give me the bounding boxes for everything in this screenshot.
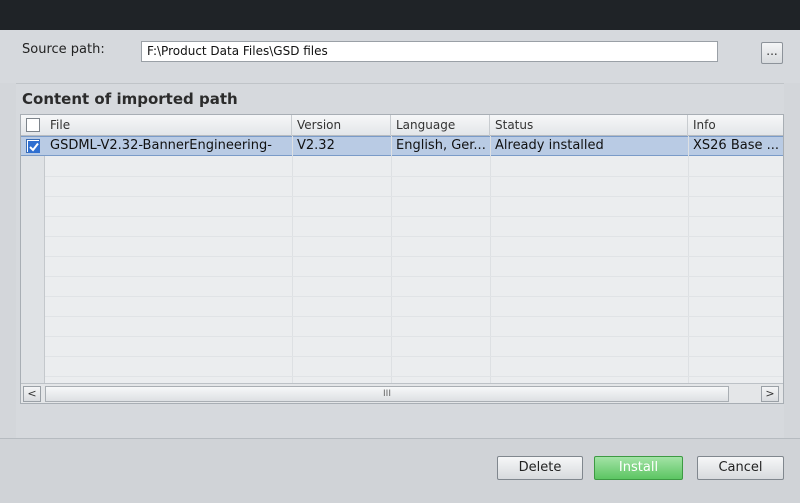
source-path-row: Source path: F:\Product Data Files\GSD f… (0, 30, 800, 83)
cell-status: Already installed (495, 138, 604, 153)
cell-file: GSDML-V2.32-BannerEngineering- (50, 138, 272, 153)
empty-row (45, 157, 783, 177)
column-header-file[interactable]: File (45, 115, 292, 136)
row-checkbox[interactable] (26, 139, 40, 153)
empty-row (45, 237, 783, 257)
content-panel: Content of imported path File Version La… (16, 83, 784, 464)
empty-row (45, 317, 783, 337)
select-all-checkbox[interactable] (26, 118, 40, 132)
window-title-bar (0, 0, 800, 30)
cell-info: XS26 Base ... (693, 138, 780, 153)
gsd-file-table: File Version Language Status Info GSDML-… (20, 114, 784, 404)
table-header: File Version Language Status Info (21, 115, 783, 136)
empty-row (45, 357, 783, 377)
install-button[interactable]: Install (594, 456, 683, 480)
delete-button[interactable]: Delete (497, 456, 583, 480)
column-header-language[interactable]: Language (391, 115, 490, 136)
empty-row (45, 257, 783, 277)
checkmark-icon (28, 141, 40, 153)
cell-language: English, Ger... (396, 138, 486, 153)
content-title: Content of imported path (22, 90, 238, 108)
empty-row (45, 177, 783, 197)
empty-row (45, 297, 783, 317)
column-header-info[interactable]: Info (688, 115, 783, 136)
horizontal-scrollbar[interactable]: < III > (21, 383, 783, 403)
cell-version: V2.32 (297, 138, 335, 153)
scroll-left-button[interactable]: < (23, 386, 41, 402)
source-path-label: Source path: (22, 42, 105, 57)
empty-row (45, 337, 783, 357)
table-row[interactable]: GSDML-V2.32-BannerEngineering- V2.32 Eng… (21, 136, 783, 156)
column-header-version[interactable]: Version (292, 115, 391, 136)
scrollbar-thumb[interactable]: III (45, 386, 729, 402)
cancel-button[interactable]: Cancel (697, 456, 784, 480)
browse-button[interactable]: ... (761, 42, 783, 64)
column-header-status[interactable]: Status (490, 115, 688, 136)
empty-row (45, 277, 783, 297)
dialog-footer: Delete Install Cancel (0, 438, 800, 503)
empty-row (45, 197, 783, 217)
scroll-right-button[interactable]: > (761, 386, 779, 402)
import-gsd-dialog: Source path: F:\Product Data Files\GSD f… (0, 30, 800, 503)
empty-row (45, 217, 783, 237)
row-gutter (21, 115, 45, 403)
source-path-input[interactable]: F:\Product Data Files\GSD files (141, 41, 718, 62)
